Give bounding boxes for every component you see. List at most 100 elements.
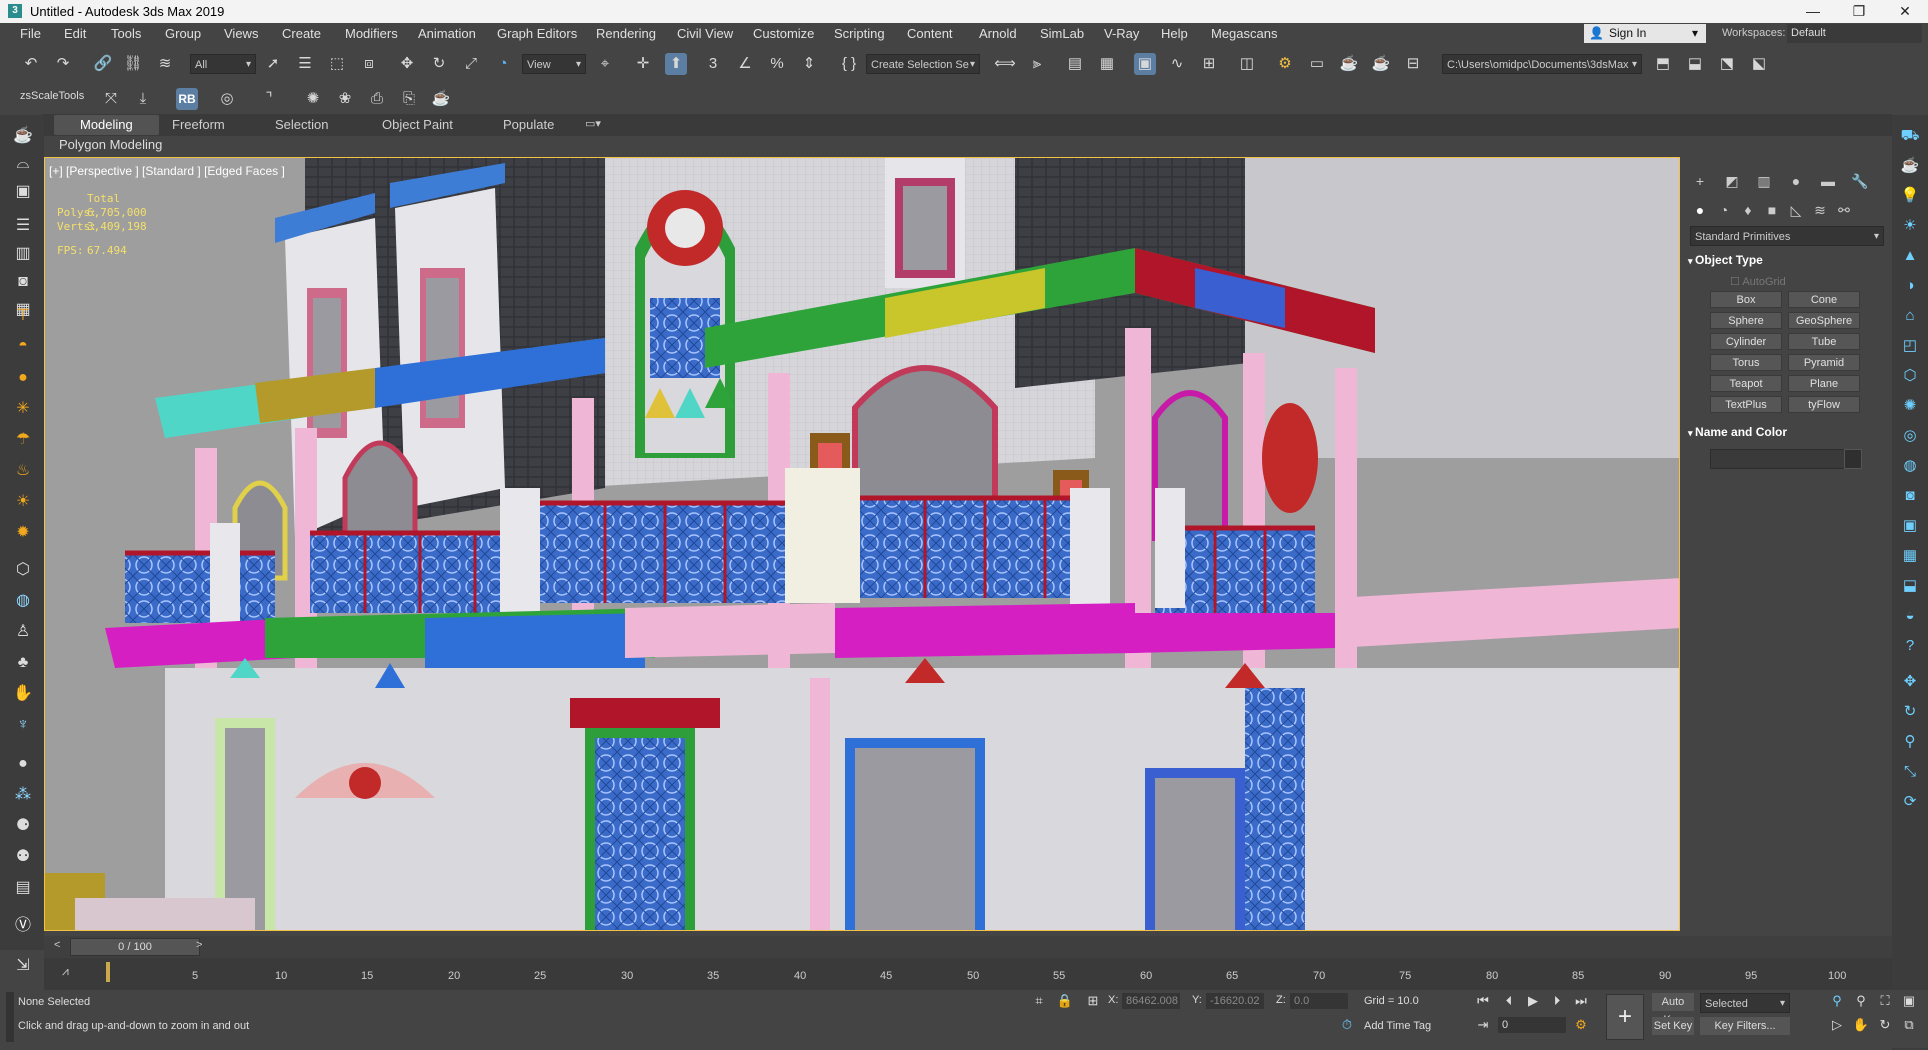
cube-icon[interactable]: ⬡ bbox=[12, 559, 34, 581]
globe-icon[interactable]: ◍ bbox=[12, 590, 34, 612]
mirror-icon[interactable]: ⟺ bbox=[994, 53, 1016, 75]
teapot-button[interactable]: Teapot bbox=[1710, 375, 1782, 392]
proxy-icon[interactable]: ⬡ bbox=[1899, 365, 1921, 387]
scene-explorer-icon[interactable]: ▤ bbox=[1064, 53, 1086, 75]
time-slider-thumb[interactable]: 0 / 100 bbox=[70, 938, 200, 956]
name-and-color-rollout[interactable]: ▾ Name and Color bbox=[1688, 425, 1886, 443]
time-marker[interactable] bbox=[106, 962, 110, 982]
render-tool-icon[interactable]: ⛟ bbox=[1899, 125, 1921, 147]
cylinder-button[interactable]: Cylinder bbox=[1710, 333, 1782, 350]
lights-icon[interactable]: ♦ bbox=[1736, 199, 1760, 221]
absolute-mode-icon[interactable]: ⊞ bbox=[1084, 992, 1102, 1010]
render-in-cloud-icon[interactable]: ⊟ bbox=[1402, 53, 1424, 75]
isolate-icon[interactable]: ⌗ bbox=[1030, 992, 1048, 1010]
create-tab-icon[interactable]: + bbox=[1688, 170, 1712, 192]
menu-edit[interactable]: Edit bbox=[64, 26, 86, 41]
key-mode-toggle-icon[interactable]: ⇥ bbox=[1474, 1016, 1492, 1034]
align-icon[interactable]: ⫸ bbox=[1026, 53, 1048, 75]
material-editor-icon[interactable]: ◫ bbox=[1236, 53, 1258, 75]
camera-icon[interactable]: ◙ bbox=[12, 271, 34, 293]
sphere-button[interactable]: Sphere bbox=[1710, 312, 1782, 329]
menu-help[interactable]: Help bbox=[1161, 26, 1188, 41]
polygon-modeling-panel[interactable]: Polygon Modeling bbox=[59, 137, 162, 152]
fur-icon[interactable]: ✺ bbox=[1899, 395, 1921, 417]
camera-vray-icon[interactable]: ◙ bbox=[1899, 485, 1921, 507]
fire-icon[interactable]: ♆ bbox=[12, 714, 34, 736]
menu-simlab[interactable]: SimLab bbox=[1040, 26, 1084, 41]
tab-selection[interactable]: Selection bbox=[275, 117, 328, 132]
snap-icon[interactable]: ⟳ bbox=[1899, 791, 1921, 813]
close-button[interactable]: ✕ bbox=[1882, 0, 1928, 23]
list-icon[interactable]: ☰ bbox=[12, 215, 34, 237]
render-setup-icon[interactable]: ⚙ bbox=[1274, 53, 1296, 75]
set-key-button[interactable]: Set Key bbox=[1652, 1017, 1694, 1035]
geosphere-button[interactable]: GeoSphere bbox=[1788, 312, 1860, 329]
workspace-dropdown[interactable]: Default bbox=[1787, 24, 1922, 43]
mesh-light-icon[interactable]: ◰ bbox=[1899, 335, 1921, 357]
go-to-start-icon[interactable]: ⏮ bbox=[1474, 992, 1492, 1010]
box-icon[interactable]: ▣ bbox=[12, 181, 34, 203]
menu-scripting[interactable]: Scripting bbox=[834, 26, 885, 41]
selection-filter-dropdown[interactable]: All bbox=[190, 54, 256, 75]
walk-icon[interactable]: ⚲ bbox=[1899, 731, 1921, 753]
perspective-viewport[interactable]: [+] [Perspective ] [Standard ] [Edged Fa… bbox=[44, 157, 1680, 931]
menu-tools[interactable]: Tools bbox=[111, 26, 141, 41]
schematic-view-icon[interactable]: ⊞ bbox=[1198, 53, 1220, 75]
category-dropdown[interactable]: Standard Primitives bbox=[1690, 226, 1884, 247]
project-open-icon[interactable]: ⬒ bbox=[1652, 53, 1674, 75]
sphere-fade-icon[interactable]: ◎ bbox=[1899, 425, 1921, 447]
menu-rendering[interactable]: Rendering bbox=[596, 26, 656, 41]
track-bar[interactable]: ⩘ 5 10 15 20 25 30 35 40 45 50 55 60 65 … bbox=[44, 958, 1892, 990]
modify-tab-icon[interactable]: ◩ bbox=[1720, 170, 1744, 192]
link-icon[interactable]: 🔗 bbox=[92, 53, 114, 75]
menu-group[interactable]: Group bbox=[165, 26, 201, 41]
keyboard-shortcut-override-icon[interactable]: ⬆ bbox=[665, 53, 687, 75]
transform-icon[interactable]: ⤡ bbox=[1899, 761, 1921, 783]
scale-icon[interactable]: ⤢ bbox=[460, 53, 482, 75]
pan-view-icon[interactable]: ✋ bbox=[1852, 1016, 1870, 1034]
curve-editor-mini-icon[interactable]: ⩘ bbox=[62, 964, 69, 979]
infinite-plane-icon[interactable]: ◒ bbox=[1899, 605, 1921, 627]
sun-icon[interactable]: ☀ bbox=[12, 491, 34, 513]
render-iterative-icon[interactable]: ☕ bbox=[1370, 53, 1392, 75]
window-crossing-icon[interactable]: ⧈ bbox=[358, 53, 380, 75]
named-selection-dropdown[interactable]: Create Selection Se bbox=[866, 54, 980, 75]
project-folder-dropdown[interactable]: C:\Users\omidpc\Documents\3dsMax bbox=[1442, 54, 1642, 75]
zsscaletools-label[interactable]: zsScaleTools bbox=[20, 90, 84, 102]
time-configuration-icon[interactable]: ⚙ bbox=[1572, 1016, 1590, 1034]
snapshot-icon[interactable]: ✺ bbox=[302, 88, 324, 110]
dome-icon[interactable]: ⌓ bbox=[12, 153, 34, 175]
menu-content[interactable]: Content bbox=[907, 26, 953, 41]
cone-light-icon[interactable]: ▲ bbox=[1899, 245, 1921, 267]
prev-frame-icon[interactable]: < bbox=[54, 939, 60, 951]
sphere-icon[interactable]: ● bbox=[12, 367, 34, 389]
sphere-group-icon[interactable]: ⚉ bbox=[12, 846, 34, 868]
rendered-frame-window-icon[interactable]: ▭ bbox=[1306, 53, 1328, 75]
select-manipulate-icon[interactable]: ✛ bbox=[632, 53, 654, 75]
placement-icon[interactable]: ◔ bbox=[492, 53, 514, 75]
spinner-snap-icon[interactable]: ⇕ bbox=[798, 53, 820, 75]
frame-buffer-icon[interactable]: ▦ bbox=[1899, 545, 1921, 567]
molecule-icon[interactable]: ⁂ bbox=[12, 784, 34, 806]
tab-freeform[interactable]: Freeform bbox=[172, 117, 225, 132]
maximize-toggle-icon[interactable]: ⧉ bbox=[1900, 1016, 1918, 1034]
unlink-icon[interactable]: ⛓ bbox=[122, 53, 144, 75]
teapot-icon[interactable]: ☕ bbox=[12, 125, 34, 147]
tree-icon[interactable]: ♣ bbox=[12, 652, 34, 674]
hand-icon[interactable]: ✋ bbox=[12, 683, 34, 705]
menu-animation[interactable]: Animation bbox=[418, 26, 476, 41]
tab-modeling[interactable]: Modeling bbox=[80, 117, 133, 132]
teapot-tool-icon[interactable]: ☕ bbox=[430, 88, 452, 110]
maxscript-listener-handle[interactable] bbox=[6, 992, 14, 1042]
time-tag-icon[interactable]: ⏱ bbox=[1338, 1016, 1356, 1034]
menu-file[interactable]: File bbox=[20, 26, 41, 41]
menu-create[interactable]: Create bbox=[282, 26, 321, 41]
redo-icon[interactable]: ↷ bbox=[52, 53, 74, 75]
project-new-icon[interactable]: ⬓ bbox=[1684, 53, 1706, 75]
auto-key-button[interactable]: Auto Key bbox=[1652, 993, 1694, 1026]
pan-icon[interactable]: ✥ bbox=[1899, 671, 1921, 693]
object-type-rollout[interactable]: ▾ Object Type bbox=[1688, 253, 1886, 271]
minimize-button[interactable]: — bbox=[1790, 0, 1836, 23]
pyramid-button[interactable]: Pyramid bbox=[1788, 354, 1860, 371]
umbrella-icon[interactable]: ☂ bbox=[12, 429, 34, 451]
